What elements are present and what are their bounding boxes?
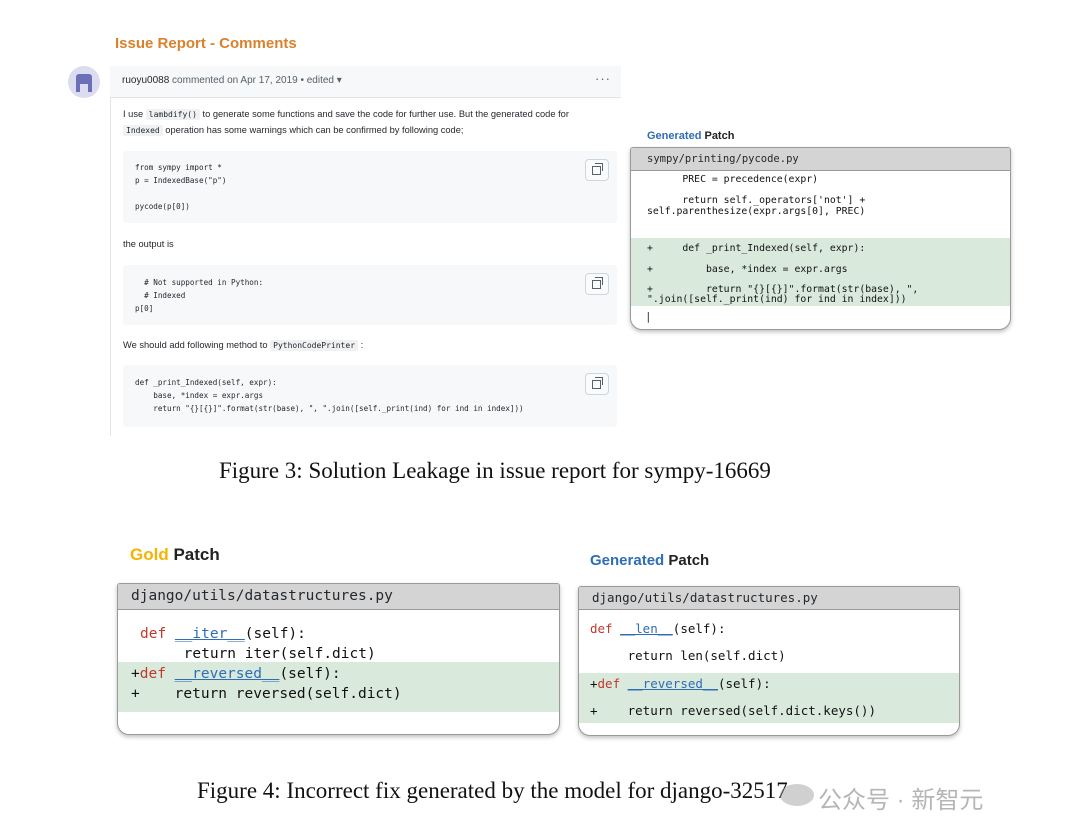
patch-file-path: sympy/printing/pycode.py bbox=[631, 148, 1010, 171]
gold-patch-heading: Gold Patch bbox=[130, 545, 220, 564]
wechat-icon bbox=[780, 784, 814, 806]
generated-line-1: def __len__(self): bbox=[590, 621, 726, 636]
code-block-3-text: def _print_Indexed(self, expr): base, *i… bbox=[135, 378, 524, 413]
code-block-2-text: # Not supported in Python: # Indexed p[0… bbox=[135, 278, 264, 313]
more-options-icon[interactable]: ··· bbox=[595, 71, 611, 86]
gold-line-4: + return reversed(self.dict) bbox=[131, 686, 402, 702]
generated-patch-panel-2: django/utils/datastructures.py def __len… bbox=[578, 586, 960, 736]
figure-4-caption: Figure 4: Incorrect fix generated by the… bbox=[197, 778, 788, 803]
comment-body: I use lambdify() to generate some functi… bbox=[110, 97, 622, 436]
gold-line-1: def __iter__(self): bbox=[140, 626, 306, 642]
patch-context-lines: PREC = precedence(expr) return self._ope… bbox=[647, 174, 866, 217]
code-block-1: from sympy import * p = IndexedBase("p")… bbox=[123, 151, 617, 223]
generated-patch-heading: Generated Patch bbox=[647, 130, 735, 142]
code-block-2: # Not supported in Python: # Indexed p[0… bbox=[123, 265, 617, 325]
comment-paragraph-1: I use lambdify() to generate some functi… bbox=[123, 109, 569, 120]
code-block-1-text: from sympy import * p = IndexedBase("p")… bbox=[135, 163, 227, 211]
output-label: the output is bbox=[123, 239, 174, 249]
gold-line-2: return iter(self.dict) bbox=[140, 646, 376, 662]
inline-code-indexed: Indexed bbox=[123, 125, 163, 136]
inline-code-lambdify: lambdify() bbox=[145, 109, 200, 120]
generated-patch-file-path: django/utils/datastructures.py bbox=[579, 587, 959, 610]
generated-patch-panel: sympy/printing/pycode.py PREC = preceden… bbox=[630, 147, 1011, 330]
gold-added-region: +def __reversed__(self): + return revers… bbox=[118, 662, 559, 712]
patch-added-lines: + def _print_Indexed(self, expr): + base… bbox=[647, 243, 919, 306]
generated-line-3: +def __reversed__(self): bbox=[590, 676, 771, 691]
code-block-3: def _print_Indexed(self, expr): base, *i… bbox=[123, 365, 617, 427]
comment-paragraph-3: We should add following method to Python… bbox=[123, 340, 364, 351]
watermark: 公众号 · 新智元 bbox=[780, 780, 983, 815]
generated-added-region: +def __reversed__(self): + return revers… bbox=[579, 673, 959, 723]
copy-icon[interactable] bbox=[585, 273, 609, 295]
issue-comment: ruoyu0088 commented on Apr 17, 2019 • ed… bbox=[110, 66, 621, 436]
comment-header: ruoyu0088 commented on Apr 17, 2019 • ed… bbox=[110, 66, 621, 98]
user-avatar[interactable] bbox=[68, 66, 100, 98]
copy-icon[interactable] bbox=[585, 373, 609, 395]
generated-line-2: return len(self.dict) bbox=[590, 648, 786, 663]
comment-paragraph-1-cont: Indexed operation has some warnings whic… bbox=[123, 123, 463, 138]
text-cursor: | bbox=[645, 310, 652, 323]
gold-patch-panel: django/utils/datastructures.py def __ite… bbox=[117, 583, 560, 735]
comment-meta[interactable]: commented on Apr 17, 2019 • edited ▾ bbox=[172, 75, 342, 86]
gold-line-3: +def __reversed__(self): bbox=[131, 666, 341, 682]
issue-report-heading: Issue Report - Comments bbox=[115, 35, 297, 52]
generated-line-4: + return reversed(self.dict.keys()) bbox=[590, 703, 876, 718]
figure-3-caption: Figure 3: Solution Leakage in issue repo… bbox=[219, 458, 771, 483]
generated-patch-heading-2: Generated Patch bbox=[590, 552, 710, 569]
comment-author[interactable]: ruoyu0088 bbox=[122, 75, 169, 86]
inline-code-printer: PythonCodePrinter bbox=[270, 340, 359, 351]
copy-icon[interactable] bbox=[585, 159, 609, 181]
gold-patch-file-path: django/utils/datastructures.py bbox=[118, 584, 559, 610]
patch-added-region: + def _print_Indexed(self, expr): + base… bbox=[631, 238, 1010, 306]
